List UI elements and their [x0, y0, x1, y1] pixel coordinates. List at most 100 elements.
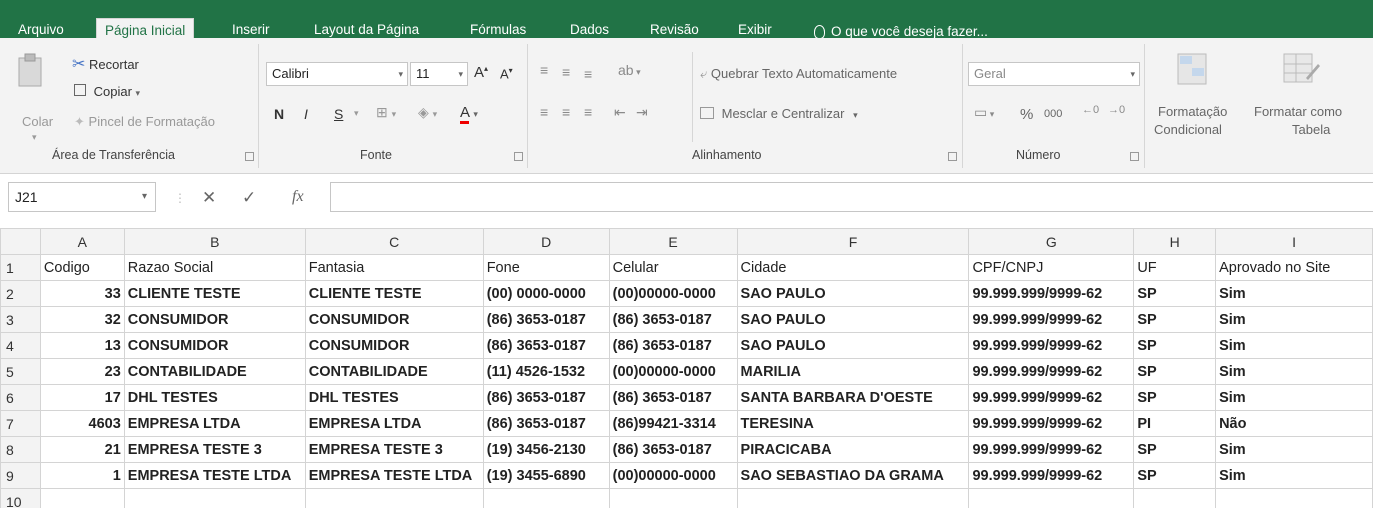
cell-b8[interactable]: EMPRESA TESTE 3	[123, 436, 306, 463]
name-box[interactable]: J21 ▾	[8, 182, 156, 212]
cell-c3[interactable]: CONSUMIDOR	[304, 306, 484, 333]
cell-h6[interactable]: SP	[1133, 384, 1217, 411]
orientation-icon[interactable]: ab ▾	[618, 62, 641, 78]
bold-button[interactable]: N	[274, 106, 284, 122]
column-header-c[interactable]: C	[304, 228, 484, 255]
cell-i6[interactable]: Sim	[1215, 384, 1373, 411]
cell-i5[interactable]: Sim	[1215, 358, 1373, 385]
cell-d1[interactable]: Fone	[482, 254, 610, 281]
cell-h8[interactable]: SP	[1133, 436, 1217, 463]
resize-handle-icon[interactable]: ⋮	[174, 191, 186, 205]
cell-e9[interactable]: (00)00000-0000	[608, 462, 738, 489]
column-header-h[interactable]: H	[1133, 228, 1217, 255]
cell-b1[interactable]: Razao Social	[123, 254, 306, 281]
decrease-font-icon[interactable]: A▾	[500, 66, 513, 81]
row-header[interactable]: 5	[0, 358, 41, 385]
row-header[interactable]: 8	[0, 436, 41, 463]
cell-b10[interactable]	[123, 488, 306, 508]
align-bottom-icon[interactable]: ≡	[584, 66, 592, 82]
conditional-formatting-button[interactable]: Formatação Condicional	[1150, 48, 1246, 148]
row-header[interactable]: 9	[0, 462, 41, 489]
percent-button[interactable]: %	[1020, 106, 1033, 123]
currency-icon[interactable]: ▭ ▾	[974, 104, 994, 121]
cell-h9[interactable]: SP	[1133, 462, 1217, 489]
row-header[interactable]: 6	[0, 384, 41, 411]
cell-e4[interactable]: (86) 3653-0187	[608, 332, 738, 359]
cell-c5[interactable]: CONTABILIDADE	[304, 358, 484, 385]
column-header-a[interactable]: A	[39, 228, 125, 255]
increase-decimal-icon[interactable]: ←0	[1082, 104, 1099, 116]
format-as-table-button[interactable]: Formatar como Tabela	[1250, 48, 1362, 148]
cell-d4[interactable]: (86) 3653-0187	[482, 332, 610, 359]
cell-h10[interactable]	[1133, 488, 1217, 508]
cell-i4[interactable]: Sim	[1215, 332, 1373, 359]
decrease-indent-icon[interactable]: ⇤	[614, 104, 626, 121]
cell-a7[interactable]: 4603	[39, 410, 125, 437]
font-launcher-icon[interactable]	[514, 152, 523, 161]
cell-a2[interactable]: 33	[39, 280, 125, 307]
align-top-icon[interactable]: ≡	[540, 62, 548, 78]
clipboard-launcher-icon[interactable]	[245, 152, 254, 161]
cell-d9[interactable]: (19) 3455-6890	[482, 462, 610, 489]
merge-center-button[interactable]: Mesclar e Centralizar ▾	[700, 106, 858, 121]
cell-f3[interactable]: SAO PAULO	[736, 306, 970, 333]
cell-f9[interactable]: SAO SEBASTIAO DA GRAMA	[736, 462, 970, 489]
row-header[interactable]: 3	[0, 306, 41, 333]
number-launcher-icon[interactable]	[1130, 152, 1139, 161]
cell-a6[interactable]: 17	[39, 384, 125, 411]
column-header-e[interactable]: E	[608, 228, 738, 255]
font-size-select[interactable]: 11 ▾	[410, 62, 468, 86]
cell-c4[interactable]: CONSUMIDOR	[304, 332, 484, 359]
cell-g6[interactable]: 99.999.999/9999-62	[968, 384, 1135, 411]
thousands-button[interactable]: 000	[1044, 108, 1062, 120]
cell-h2[interactable]: SP	[1133, 280, 1217, 307]
cell-i9[interactable]: Sim	[1215, 462, 1373, 489]
align-middle-icon[interactable]: ≡	[562, 64, 570, 80]
cell-d2[interactable]: (00) 0000-0000	[482, 280, 610, 307]
underline-button[interactable]: S	[334, 106, 343, 122]
column-header-g[interactable]: G	[968, 228, 1135, 255]
cell-g7[interactable]: 99.999.999/9999-62	[968, 410, 1135, 437]
cell-i3[interactable]: Sim	[1215, 306, 1373, 333]
cell-c8[interactable]: EMPRESA TESTE 3	[304, 436, 484, 463]
cell-c7[interactable]: EMPRESA LTDA	[304, 410, 484, 437]
cell-g10[interactable]	[968, 488, 1135, 508]
cell-f7[interactable]: TERESINA	[736, 410, 970, 437]
cell-b5[interactable]: CONTABILIDADE	[123, 358, 306, 385]
column-header-f[interactable]: F	[736, 228, 970, 255]
row-header[interactable]: 4	[0, 332, 41, 359]
font-name-select[interactable]: Calibri ▾	[266, 62, 408, 86]
cell-c9[interactable]: EMPRESA TESTE LTDA	[304, 462, 484, 489]
cell-f8[interactable]: PIRACICABA	[736, 436, 970, 463]
cell-e2[interactable]: (00)00000-0000	[608, 280, 738, 307]
cell-g9[interactable]: 99.999.999/9999-62	[968, 462, 1135, 489]
cell-d7[interactable]: (86) 3653-0187	[482, 410, 610, 437]
cell-f1[interactable]: Cidade	[736, 254, 970, 281]
cell-a5[interactable]: 23	[39, 358, 125, 385]
cell-i2[interactable]: Sim	[1215, 280, 1373, 307]
cell-g2[interactable]: 99.999.999/9999-62	[968, 280, 1135, 307]
cell-h7[interactable]: PI	[1133, 410, 1217, 437]
italic-button[interactable]: I	[304, 106, 308, 122]
fill-color-icon[interactable]: ◈ ▾	[418, 104, 437, 121]
number-format-select[interactable]: Geral ▾	[968, 62, 1140, 86]
cell-d10[interactable]	[482, 488, 610, 508]
cell-d5[interactable]: (11) 4526-1532	[482, 358, 610, 385]
cell-e3[interactable]: (86) 3653-0187	[608, 306, 738, 333]
row-header[interactable]: 2	[0, 280, 41, 307]
cell-d8[interactable]: (19) 3456-2130	[482, 436, 610, 463]
cell-h1[interactable]: UF	[1133, 254, 1217, 281]
copy-button[interactable]: Copiar ▾	[74, 84, 140, 99]
cell-a10[interactable]	[39, 488, 125, 508]
increase-font-icon[interactable]: A▴	[474, 64, 488, 81]
cell-b7[interactable]: EMPRESA LTDA	[123, 410, 306, 437]
paste-dropdown-icon[interactable]: ▾	[32, 132, 37, 143]
cell-g3[interactable]: 99.999.999/9999-62	[968, 306, 1135, 333]
chevron-down-icon[interactable]: ▾	[354, 108, 359, 119]
cell-a4[interactable]: 13	[39, 332, 125, 359]
enter-check-icon[interactable]: ✓	[242, 188, 256, 208]
cell-f4[interactable]: SAO PAULO	[736, 332, 970, 359]
format-painter-button[interactable]: ✦ Pincel de Formatação	[74, 114, 215, 130]
wrap-text-button[interactable]: ⤶ Quebrar Texto Automaticamente	[700, 66, 897, 82]
cell-h3[interactable]: SP	[1133, 306, 1217, 333]
